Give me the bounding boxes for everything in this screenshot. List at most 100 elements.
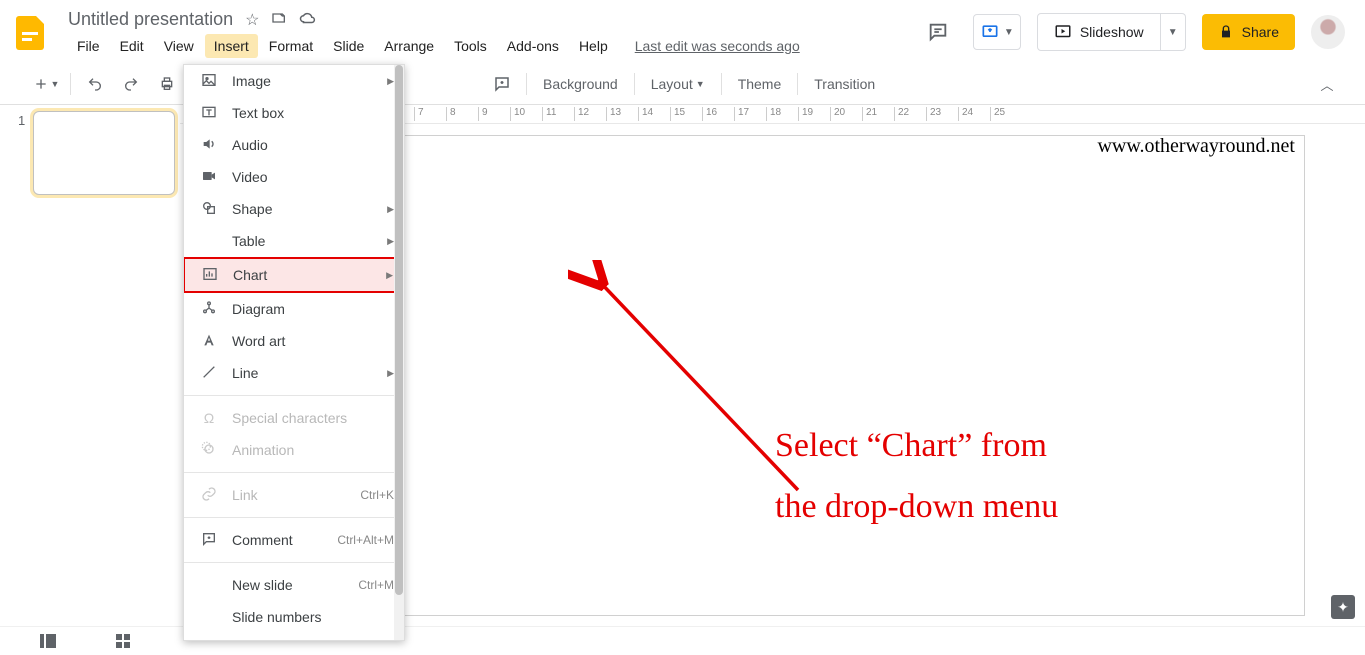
- play-rect-icon: [1054, 23, 1072, 41]
- cloud-icon[interactable]: [299, 11, 317, 30]
- insert-animation-label: Animation: [232, 442, 394, 458]
- slides-logo[interactable]: [12, 14, 48, 50]
- link-icon: [198, 486, 220, 505]
- present-live-icon[interactable]: ▼: [973, 14, 1021, 50]
- insert-video-item[interactable]: Video: [184, 161, 404, 193]
- menu-separator: [184, 472, 404, 473]
- lock-icon: [1218, 24, 1234, 40]
- insert-new-slide-item[interactable]: New slide Ctrl+M: [184, 569, 404, 601]
- share-button[interactable]: Share: [1202, 14, 1295, 50]
- insert-special-characters-label: Special characters: [232, 410, 394, 426]
- insert-menu-dropdown: Image ▶ Text box Audio Video Shape ▶ Tab…: [183, 64, 405, 641]
- insert-wordart-label: Word art: [232, 333, 394, 349]
- insert-chart-label: Chart: [233, 267, 386, 283]
- ruler-tick: 16: [702, 107, 717, 121]
- doc-title[interactable]: Untitled presentation: [68, 7, 233, 34]
- video-icon: [198, 168, 220, 187]
- undo-button[interactable]: [77, 70, 113, 98]
- layout-button[interactable]: Layout▼: [641, 70, 715, 98]
- insert-textbox-label: Text box: [232, 105, 394, 121]
- divider: [526, 73, 527, 95]
- insert-chart-item[interactable]: Chart ▶: [183, 257, 405, 293]
- submenu-arrow-icon: ▶: [387, 76, 394, 87]
- insert-audio-label: Audio: [232, 137, 394, 153]
- insert-line-item[interactable]: Line ▶: [184, 357, 404, 389]
- insert-textbox-item[interactable]: Text box: [184, 97, 404, 129]
- submenu-arrow-icon: ▶: [386, 270, 393, 281]
- menu-edit[interactable]: Edit: [111, 34, 153, 58]
- insert-slide-numbers-label: Slide numbers: [232, 609, 394, 625]
- insert-comment-item[interactable]: Comment Ctrl+Alt+M: [184, 524, 404, 556]
- ruler-tick: 17: [734, 107, 749, 121]
- divider: [797, 73, 798, 95]
- plus-diamond-icon: ✦: [1337, 599, 1349, 616]
- move-icon[interactable]: [271, 10, 287, 31]
- ruler-tick: 15: [670, 107, 685, 121]
- menu-insert[interactable]: Insert: [205, 34, 258, 58]
- insert-comment-shortcut: Ctrl+Alt+M: [337, 533, 394, 547]
- audio-icon: [198, 136, 220, 155]
- insert-comment-label: Comment: [232, 532, 337, 548]
- menu-format[interactable]: Format: [260, 34, 322, 58]
- transition-button[interactable]: Transition: [804, 70, 885, 98]
- divider: [721, 73, 722, 95]
- insert-line-label: Line: [232, 365, 387, 381]
- scrollbar-thumb[interactable]: [395, 65, 403, 595]
- menu-tools[interactable]: Tools: [445, 34, 496, 58]
- menu-help[interactable]: Help: [570, 34, 617, 58]
- insert-new-slide-label: New slide: [232, 577, 358, 593]
- ruler-tick: 9: [478, 107, 488, 121]
- insert-wordart-item[interactable]: Word art: [184, 325, 404, 357]
- insert-table-item[interactable]: Table ▶: [184, 225, 404, 257]
- chevron-up-icon: ︿: [1320, 75, 1333, 94]
- insert-slide-numbers-item[interactable]: Slide numbers: [184, 601, 404, 633]
- menu-file[interactable]: File: [68, 34, 109, 58]
- insert-shape-item[interactable]: Shape ▶: [184, 193, 404, 225]
- share-label: Share: [1242, 24, 1279, 40]
- menu-slide[interactable]: Slide: [324, 34, 373, 58]
- new-slide-button[interactable]: ▼: [28, 70, 64, 98]
- grid-view-icon[interactable]: [116, 634, 130, 651]
- insert-diagram-label: Diagram: [232, 301, 394, 317]
- menu-add-ons[interactable]: Add-ons: [498, 34, 568, 58]
- menu-separator: [184, 517, 404, 518]
- print-button[interactable]: [149, 70, 185, 98]
- ruler-tick: 8: [446, 107, 456, 121]
- theme-button[interactable]: Theme: [728, 70, 792, 98]
- insert-link-item: Link Ctrl+K: [184, 479, 404, 511]
- insert-animation-item: Animation: [184, 434, 404, 466]
- divider: [634, 73, 635, 95]
- line-icon: [198, 364, 220, 383]
- filmstrip-view-icon[interactable]: [40, 634, 56, 651]
- insert-table-label: Table: [232, 233, 387, 249]
- slideshow-button[interactable]: Slideshow: [1037, 13, 1161, 51]
- insert-image-item[interactable]: Image ▶: [184, 65, 404, 97]
- insert-diagram-item[interactable]: Diagram: [184, 293, 404, 325]
- star-icon[interactable]: ☆: [245, 10, 259, 30]
- annotation-line-1: Select “Chart” from: [775, 415, 1058, 476]
- add-comment-button[interactable]: [484, 70, 520, 98]
- redo-button[interactable]: [113, 70, 149, 98]
- account-avatar[interactable]: [1311, 15, 1345, 49]
- ruler-tick: 12: [574, 107, 589, 121]
- slideshow-dropdown[interactable]: ▼: [1161, 13, 1186, 51]
- annotation-text: Select “Chart” from the drop-down menu: [775, 415, 1058, 537]
- explore-button[interactable]: ✦: [1331, 595, 1355, 619]
- ruler-tick: 23: [926, 107, 941, 121]
- menu-separator: [184, 395, 404, 396]
- comment-icon: [198, 531, 220, 550]
- menu-arrange[interactable]: Arrange: [375, 34, 443, 58]
- submenu-arrow-icon: ▶: [387, 368, 394, 379]
- insert-audio-item[interactable]: Audio: [184, 129, 404, 161]
- insert-link-label: Link: [232, 487, 360, 503]
- last-edit-status[interactable]: Last edit was seconds ago: [635, 38, 800, 54]
- menu-bar: File Edit View Insert Format Slide Arran…: [68, 34, 919, 58]
- menu-scrollbar[interactable]: [394, 65, 404, 640]
- menu-view[interactable]: View: [155, 34, 203, 58]
- comments-history-icon[interactable]: [919, 13, 957, 51]
- slide-thumbnail-1[interactable]: [33, 111, 175, 195]
- collapse-toolbar-icon[interactable]: ︿: [1309, 70, 1345, 98]
- slideshow-label: Slideshow: [1080, 24, 1144, 40]
- background-button[interactable]: Background: [533, 70, 628, 98]
- shape-icon: [198, 200, 220, 219]
